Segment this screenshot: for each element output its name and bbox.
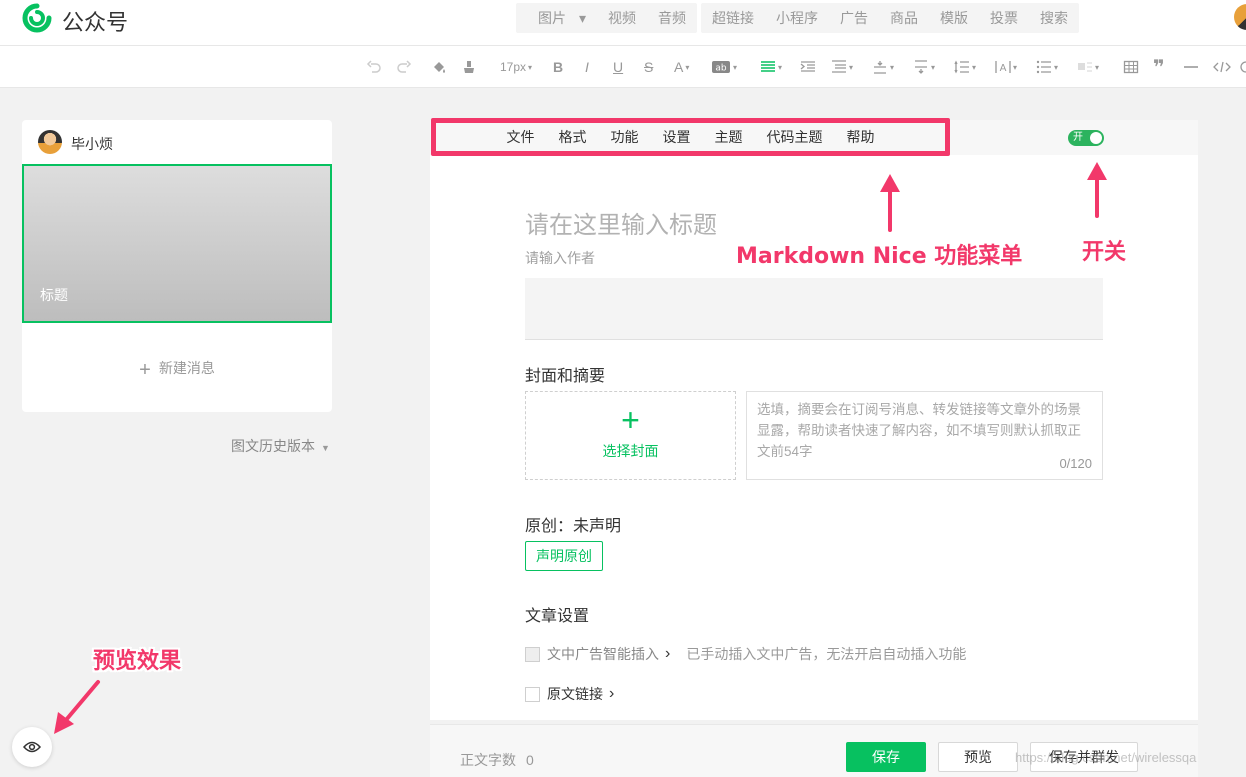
menu-theme[interactable]: 主题: [703, 127, 755, 147]
underline-icon[interactable]: U: [613, 57, 623, 77]
preview-eye-button[interactable]: [12, 727, 52, 767]
format-painter-icon[interactable]: [431, 57, 447, 77]
font-size-select[interactable]: 17px ▾: [500, 57, 532, 77]
markdown-nice-menu: 文件 格式 功能 设置 主题 代码主题 帮助: [431, 118, 950, 156]
quote-icon[interactable]: ❞: [1153, 57, 1165, 79]
insert-ad[interactable]: 广告: [829, 8, 879, 28]
menu-file[interactable]: 文件: [495, 127, 547, 147]
line-spacing-after-icon[interactable]: ▾: [913, 57, 935, 77]
toggle-knob: [1090, 132, 1102, 144]
insert-image[interactable]: 图片 ▾: [516, 8, 597, 28]
account-name: 毕小烦: [71, 136, 113, 152]
bold-icon[interactable]: B: [553, 57, 563, 77]
annotation-switch: 开关: [1082, 240, 1127, 265]
annotation-arrow-switch: [1087, 162, 1107, 218]
menu-format[interactable]: 格式: [547, 127, 599, 147]
source-link-checkbox[interactable]: [525, 686, 540, 702]
more-icon[interactable]: [1240, 57, 1246, 77]
chevron-down-icon: ▾: [528, 62, 533, 72]
line-spacing-before-icon[interactable]: ▾: [872, 57, 894, 77]
markdown-nice-toggle[interactable]: 开: [1068, 130, 1104, 146]
plus-icon: +: [139, 359, 151, 381]
paragraph-spacing-icon[interactable]: ▾: [831, 57, 853, 77]
ad-insert-note: 已手动插入文中广告，无法开启自动插入功能: [686, 646, 967, 662]
insert-video[interactable]: 视频: [597, 8, 647, 28]
svg-text:A: A: [1000, 63, 1007, 74]
watermark: https://blog.csdn.net/wirelessqa: [1015, 750, 1197, 765]
select-cover-button[interactable]: + 选择封面: [525, 391, 736, 480]
save-button[interactable]: 保存: [846, 742, 926, 772]
menu-help[interactable]: 帮助: [835, 127, 887, 147]
preview-button[interactable]: 预览: [938, 742, 1018, 772]
insert-search[interactable]: 搜索: [1029, 8, 1079, 28]
annotation-arrow-menu: [880, 174, 900, 232]
annotation-preview: 预览效果: [93, 649, 182, 674]
annotation-arrow-preview: [54, 680, 100, 734]
cover-summary-heading: 封面和摘要: [525, 368, 606, 385]
letter-spacing-icon[interactable]: A ▾: [995, 57, 1017, 77]
float-icon[interactable]: ▾: [1077, 57, 1099, 77]
new-message-button[interactable]: + 新建消息: [22, 358, 332, 382]
history-versions-button[interactable]: 图文历史版本 ▼: [231, 436, 330, 456]
declare-original-button[interactable]: 声明原创: [525, 541, 603, 571]
strikethrough-icon[interactable]: S: [644, 57, 653, 77]
list-icon[interactable]: ▾: [1036, 57, 1058, 77]
account-avatar: [38, 130, 62, 154]
align-left-icon[interactable]: ▾: [760, 57, 782, 77]
insert-hyperlink[interactable]: 超链接: [701, 8, 765, 28]
article-card-title: 标题: [40, 287, 68, 303]
ad-insert-checkbox[interactable]: [525, 646, 540, 662]
menu-settings[interactable]: 设置: [651, 127, 703, 147]
chevron-down-icon: ▼: [321, 443, 330, 453]
insert-vote[interactable]: 投票: [979, 8, 1029, 28]
summary-textarea[interactable]: 选填，摘要会在订阅号消息、转发链接等文章外的场景显露，帮助读者快速了解内容，如不…: [746, 391, 1103, 480]
article-settings-heading: 文章设置: [525, 608, 590, 625]
insert-template[interactable]: 模版: [929, 8, 979, 28]
chevron-down-icon: ▾: [579, 10, 587, 26]
media-insert-group: 图片 ▾ 视频 音频: [516, 3, 698, 33]
original-status: 原创：未声明: [525, 518, 622, 535]
insert-miniprogram[interactable]: 小程序: [765, 8, 829, 28]
wechat-mp-logo-icon: [22, 3, 52, 33]
article-cover-card[interactable]: 标题: [22, 164, 332, 323]
app-name: 公众号: [62, 10, 129, 35]
article-list-card: 毕小烦 标题 + 新建消息: [22, 120, 332, 412]
annotation-menu: Markdown Nice 功能菜单: [736, 244, 1023, 269]
plus-icon: +: [621, 402, 640, 438]
user-avatar[interactable]: [1234, 4, 1246, 30]
author-input[interactable]: 请输入作者: [525, 248, 595, 268]
undo-icon[interactable]: [366, 57, 382, 77]
article-body-editor[interactable]: [525, 278, 1103, 340]
background-color-icon[interactable]: ab ▾: [711, 57, 737, 77]
content-insert-group: 超链接 小程序 广告 商品 模版 投票 搜索: [701, 3, 1079, 33]
menu-function[interactable]: 功能: [599, 127, 651, 147]
ad-insert-row: 文中广告智能插入 › 已手动插入文中广告，无法开启自动插入功能: [525, 644, 966, 664]
insert-audio[interactable]: 音频: [647, 8, 697, 28]
clear-format-icon[interactable]: [461, 57, 477, 77]
line-height-icon[interactable]: ▾: [954, 57, 976, 77]
ad-insert-label: 文中广告智能插入: [547, 646, 659, 662]
insert-product[interactable]: 商品: [879, 8, 929, 28]
svg-text:ab: ab: [715, 64, 727, 74]
source-link-row: 原文链接 ›: [525, 684, 614, 704]
menu-code-theme[interactable]: 代码主题: [755, 127, 835, 147]
format-toolbar: 17px ▾ B I U S A ▾ ab ▾ ▾ ▾ ▾ ▾ ▾ A ▾ ▾ ▾ ❞: [0, 46, 1246, 88]
code-icon[interactable]: [1213, 57, 1231, 77]
redo-icon[interactable]: [396, 57, 412, 77]
title-input[interactable]: 请在这里输入标题: [525, 205, 1085, 240]
divider-icon[interactable]: [1183, 57, 1199, 77]
table-icon[interactable]: [1123, 57, 1139, 77]
chevron-right-icon[interactable]: ›: [609, 685, 614, 703]
summary-char-count: 0/120: [1059, 456, 1092, 471]
font-color-icon[interactable]: A ▾: [674, 57, 689, 77]
source-link-label: 原文链接: [547, 686, 603, 702]
indent-icon[interactable]: [800, 57, 816, 77]
chevron-right-icon[interactable]: ›: [665, 645, 670, 663]
top-bar: 公众号 图片 ▾ 视频 音频 超链接 小程序 广告 商品 模版 投票 搜索: [0, 0, 1246, 46]
italic-icon[interactable]: I: [585, 57, 589, 77]
eye-icon: [23, 741, 41, 753]
word-count: 正文字数 0: [460, 752, 534, 768]
